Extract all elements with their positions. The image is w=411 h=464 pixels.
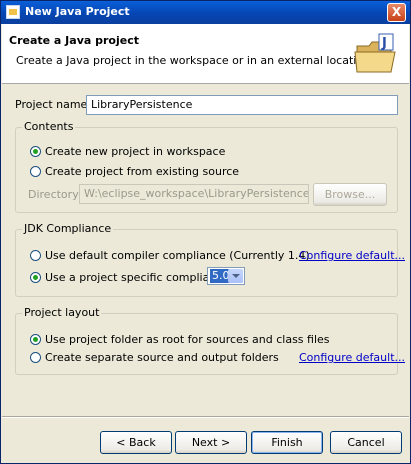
jdk-compliance-group: JDK Compliance [15,222,398,297]
java-project-folder-icon: J [354,33,396,73]
svg-text:J: J [381,36,387,51]
project-name-input[interactable]: LibraryPersistence [86,95,398,115]
project-name-label: Project name: [15,98,92,111]
project-folder-as-root-label[interactable]: Use project folder as root for sources a… [45,333,330,346]
page-description: Create a Java project in the workspace o… [16,54,374,67]
chevron-down-icon[interactable] [228,269,243,283]
directory-label: Directory: [28,188,82,201]
title-bar: New Java Project X [1,1,410,24]
window-icon [6,5,20,19]
new-java-project-dialog: New Java Project X Create a Java project… [0,0,411,464]
directory-input: W:\eclipse_workspace\LibraryPersistence [79,184,309,204]
default-compliance-label[interactable]: Use default compiler compliance (Current… [45,249,310,262]
back-button[interactable]: < Back [100,431,172,454]
jdk-compliance-group-title: JDK Compliance [22,222,114,235]
cancel-button[interactable]: Cancel [330,431,402,454]
project-folder-as-root-radio[interactable] [30,334,41,345]
separate-folders-radio[interactable] [30,352,41,363]
project-layout-group-title: Project layout [22,306,102,319]
wizard-header: Create a Java project Create a Java proj… [2,24,409,84]
jdk-configure-default-link[interactable]: Configure default... [299,249,405,262]
browse-button: Browse... [313,183,387,206]
separate-folders-label[interactable]: Create separate source and output folder… [45,351,279,364]
layout-configure-default-link[interactable]: Configure default... [299,351,405,364]
create-in-workspace-label[interactable]: Create new project in workspace [45,145,225,158]
contents-group-title: Contents [22,120,76,133]
finish-button[interactable]: Finish [251,431,323,454]
close-button[interactable]: X [387,3,406,22]
specific-compliance-label[interactable]: Use a project specific compliance: [45,271,233,284]
window-title: New Java Project [25,5,130,18]
compliance-level-select[interactable]: 5.0 [207,267,245,285]
create-in-workspace-radio[interactable] [30,146,41,157]
next-button[interactable]: Next > [175,431,247,454]
create-from-existing-radio[interactable] [30,166,41,177]
page-title: Create a Java project [9,34,139,47]
default-compliance-radio[interactable] [30,250,41,261]
specific-compliance-radio[interactable] [30,272,41,283]
create-from-existing-label[interactable]: Create project from existing source [45,165,239,178]
button-bar-separator [2,416,409,418]
